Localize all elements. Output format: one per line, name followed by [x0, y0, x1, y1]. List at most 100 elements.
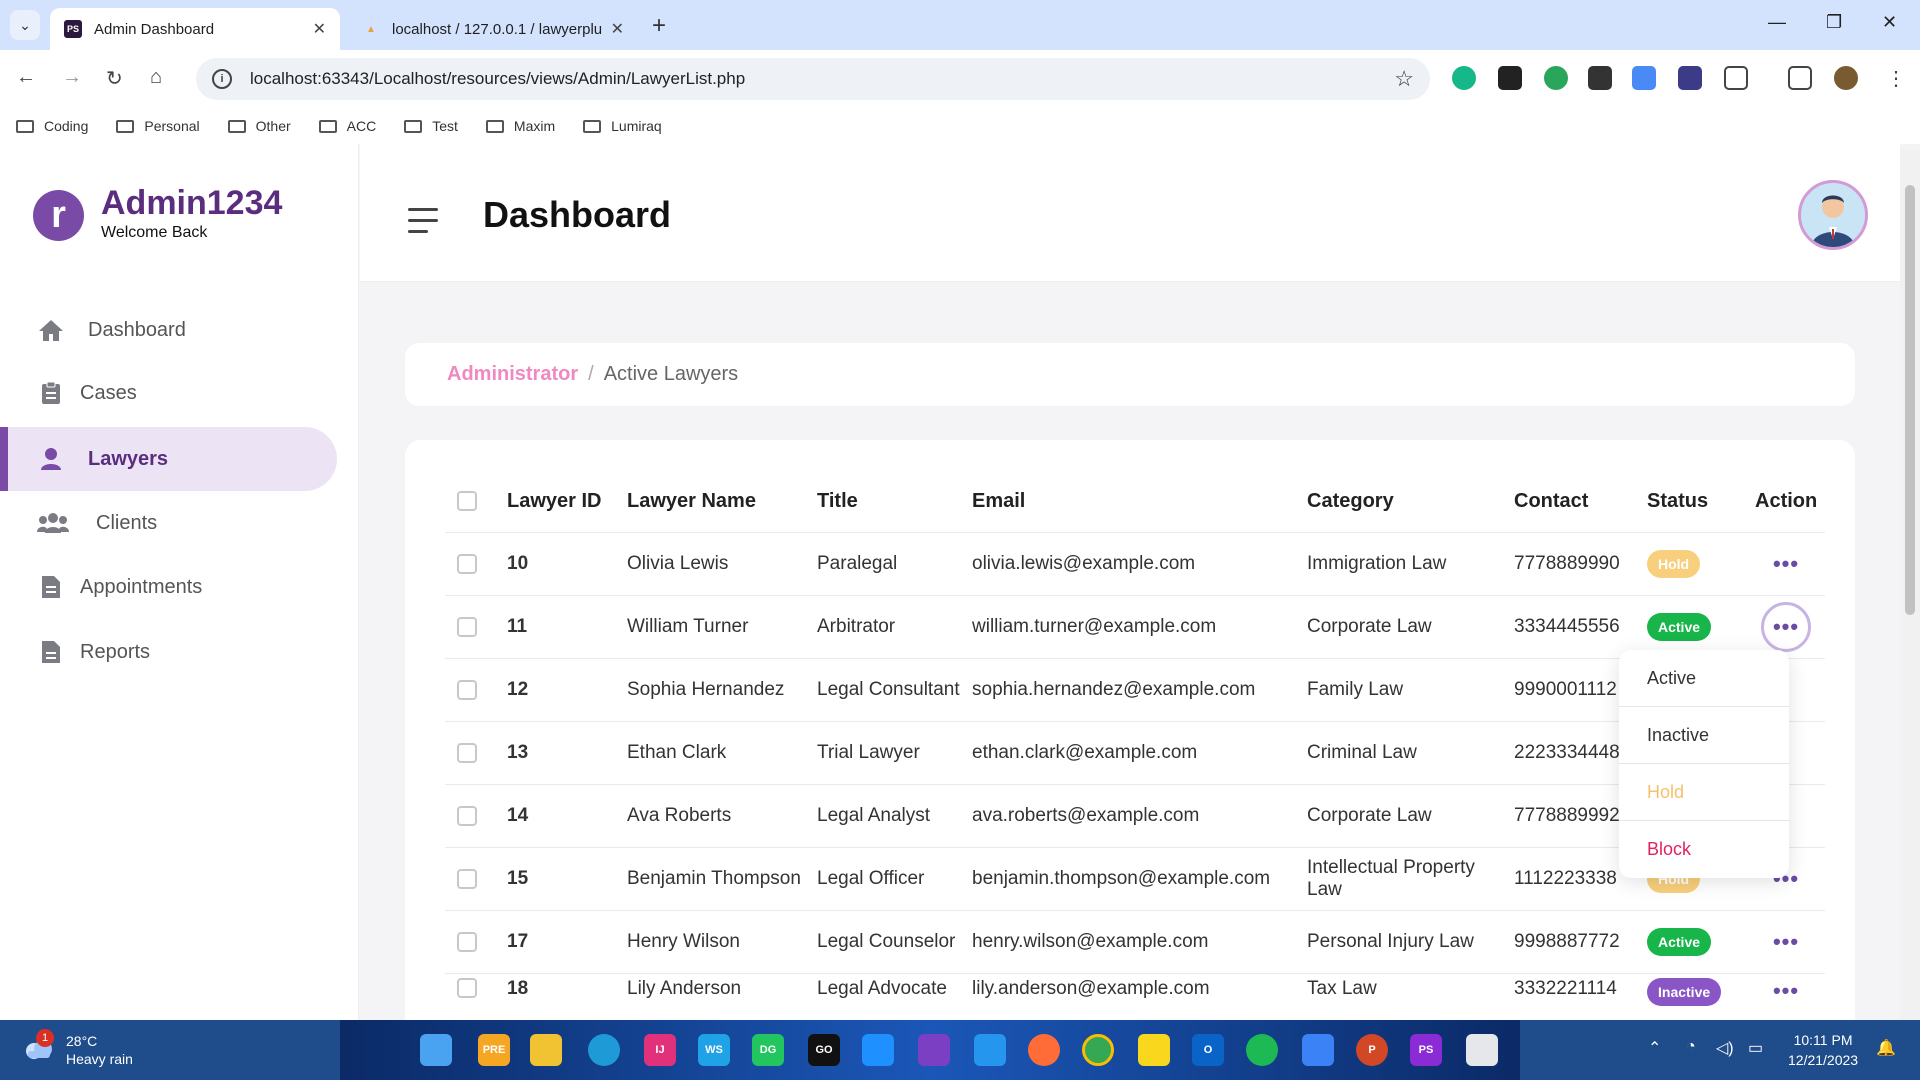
page-scrollbar[interactable]: [1900, 150, 1920, 1020]
sidebar: r Admin1234 Welcome Back Dashboard Cases…: [0, 144, 359, 1020]
row-checkbox[interactable]: [457, 978, 477, 998]
sidebar-item-label: Cases: [80, 381, 137, 404]
back-icon[interactable]: ←: [16, 66, 36, 89]
address-bar[interactable]: i localhost:63343/Localhost/resources/vi…: [196, 58, 1430, 100]
row-checkbox[interactable]: [457, 554, 477, 574]
scrollbar-thumb[interactable]: [1905, 185, 1915, 615]
more-actions-icon[interactable]: •••: [1773, 978, 1799, 1004]
dropdown-item-block[interactable]: Block: [1619, 821, 1789, 878]
site-info-icon[interactable]: i: [212, 69, 232, 89]
tab-admin-dashboard[interactable]: PS Admin Dashboard ✕: [50, 8, 340, 50]
sidebar-item-lawyers[interactable]: Lawyers: [0, 427, 337, 491]
minimize-icon[interactable]: —: [1768, 12, 1786, 33]
cell-name: Olivia Lewis: [627, 553, 729, 574]
profile-avatar-icon[interactable]: [1834, 66, 1858, 90]
column-header: Category: [1307, 490, 1394, 512]
row-checkbox[interactable]: [457, 932, 477, 952]
dropdown-item-active[interactable]: Active: [1619, 650, 1789, 707]
bookmark-folder[interactable]: ACC: [318, 118, 376, 134]
intellij-icon[interactable]: IJ: [644, 1034, 676, 1066]
new-tab-icon[interactable]: +: [652, 12, 666, 40]
forward-icon[interactable]: →: [62, 66, 82, 89]
home-icon[interactable]: ⌂: [150, 66, 162, 89]
dropdown-item-inactive[interactable]: Inactive: [1619, 707, 1789, 764]
url-text[interactable]: localhost:63343/Localhost/resources/view…: [250, 69, 1394, 89]
weather-widget[interactable]: 1 28°C Heavy rain: [22, 1029, 133, 1068]
bookmark-folder[interactable]: Coding: [16, 118, 88, 134]
wifi-icon[interactable]: ◔: [1686, 1038, 1696, 1056]
vscode-icon[interactable]: [862, 1034, 894, 1066]
visual-studio-icon[interactable]: [918, 1034, 950, 1066]
bookmark-folder[interactable]: Other: [227, 118, 291, 134]
extensions-puzzle-icon[interactable]: [1724, 66, 1748, 90]
notification-bell-icon[interactable]: 🔔: [1876, 1038, 1896, 1058]
cell-contact: 9998887772: [1514, 931, 1620, 952]
table-row: 14 Ava Roberts Legal Analyst ava.roberts…: [445, 785, 1825, 848]
sidebar-item-clients[interactable]: Clients: [0, 491, 337, 555]
extension-icon[interactable]: [1588, 66, 1612, 90]
tab-search-button[interactable]: ⌄: [10, 10, 40, 40]
cell-title: Legal Officer: [817, 868, 925, 889]
app-icon[interactable]: [1302, 1034, 1334, 1066]
cell-category: Corporate Law: [1307, 616, 1432, 637]
extension-icon[interactable]: [1678, 66, 1702, 90]
bookmark-star-icon[interactable]: ☆: [1394, 66, 1414, 92]
sidebar-item-reports[interactable]: Reports: [0, 620, 337, 684]
bookmark-folder[interactable]: Test: [404, 118, 458, 134]
spotify-icon[interactable]: [1246, 1034, 1278, 1066]
user-avatar[interactable]: [1798, 180, 1868, 250]
postman-icon[interactable]: [1028, 1034, 1060, 1066]
docker-icon[interactable]: [974, 1034, 1006, 1066]
file-explorer-icon[interactable]: [530, 1034, 562, 1066]
reload-icon[interactable]: ↻: [106, 66, 123, 91]
datagrip-icon[interactable]: DG: [752, 1034, 784, 1066]
bookmark-folder[interactable]: Personal: [116, 118, 200, 134]
outlook-icon[interactable]: O: [1192, 1034, 1224, 1066]
battery-icon[interactable]: ▭: [1748, 1038, 1763, 1058]
webstorm-icon[interactable]: WS: [698, 1034, 730, 1066]
translate-extension-icon[interactable]: [1632, 66, 1656, 90]
more-actions-icon[interactable]: •••: [1773, 551, 1799, 577]
powerpoint-icon[interactable]: P: [1356, 1034, 1388, 1066]
volume-icon[interactable]: ◁): [1716, 1038, 1734, 1058]
show-hidden-icons-icon[interactable]: ⌃: [1648, 1038, 1661, 1058]
bookmark-folder[interactable]: Lumiraq: [583, 118, 662, 134]
grammarly-extension-icon[interactable]: [1452, 66, 1476, 90]
side-panel-icon[interactable]: [1788, 66, 1812, 90]
row-checkbox[interactable]: [457, 743, 477, 763]
restore-icon[interactable]: ❐: [1826, 12, 1842, 33]
system-clock[interactable]: 10:11 PM 12/21/2023: [1788, 1030, 1858, 1070]
extension-icon[interactable]: [1544, 66, 1568, 90]
breadcrumb-root-link[interactable]: Administrator: [447, 363, 578, 386]
browser-menu-icon[interactable]: ⋮: [1886, 66, 1906, 91]
bookmark-folder[interactable]: Maxim: [485, 118, 555, 134]
sticky-notes-icon[interactable]: [1138, 1034, 1170, 1066]
close-tab-icon[interactable]: ✕: [313, 19, 326, 39]
select-all-checkbox[interactable]: [457, 491, 477, 511]
sidebar-item-dashboard[interactable]: Dashboard: [0, 298, 337, 362]
phpmyadmin-favicon-icon: ▲: [366, 23, 376, 35]
extension-icon[interactable]: [1498, 66, 1522, 90]
row-checkbox[interactable]: [457, 617, 477, 637]
chrome-icon[interactable]: [1082, 1034, 1114, 1066]
row-checkbox[interactable]: [457, 869, 477, 889]
windows-start-icon[interactable]: [420, 1034, 452, 1066]
snipping-tool-icon[interactable]: [1466, 1034, 1498, 1066]
more-actions-button-open[interactable]: •••: [1761, 602, 1811, 652]
column-header: Email: [972, 489, 1026, 512]
goland-icon[interactable]: GO: [808, 1034, 840, 1066]
row-checkbox[interactable]: [457, 806, 477, 826]
phpstorm-icon[interactable]: PS: [1410, 1034, 1442, 1066]
edge-icon[interactable]: [588, 1034, 620, 1066]
close-tab-icon[interactable]: ✕: [611, 19, 624, 39]
hamburger-menu-icon[interactable]: [408, 208, 438, 241]
tab-phpmyadmin[interactable]: ▲ localhost / 127.0.0.1 / lawyerplu ✕: [348, 8, 638, 50]
row-checkbox[interactable]: [457, 680, 477, 700]
more-actions-icon[interactable]: •••: [1773, 929, 1799, 955]
sidebar-item-cases[interactable]: Cases: [0, 361, 337, 425]
cell-email: william.turner@example.com: [972, 616, 1217, 637]
sidebar-item-appointments[interactable]: Appointments: [0, 555, 337, 619]
app-icon[interactable]: PRE: [478, 1034, 510, 1066]
dropdown-item-hold[interactable]: Hold: [1619, 764, 1789, 821]
close-window-icon[interactable]: ✕: [1882, 12, 1897, 33]
